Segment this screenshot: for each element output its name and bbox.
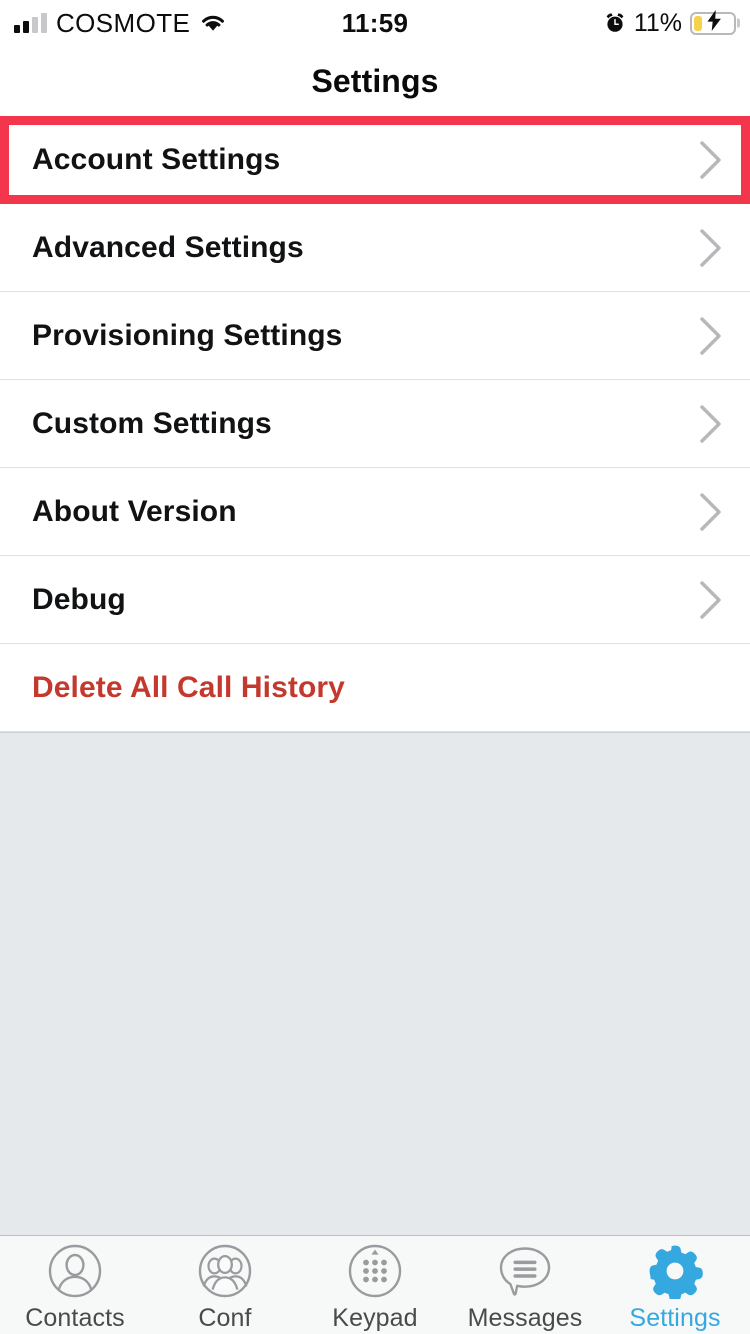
navigation-bar: Settings <box>0 46 750 116</box>
list-item-label: Advanced Settings <box>32 230 304 264</box>
conference-group-icon <box>197 1242 253 1300</box>
chevron-right-icon <box>698 314 724 358</box>
list-item-account-settings[interactable]: Account Settings <box>0 116 750 204</box>
cellular-signal-icon <box>14 13 47 33</box>
chevron-right-icon <box>698 490 724 534</box>
tab-bar: Contacts Conf Keypad Messages Settings <box>0 1235 750 1334</box>
status-bar-right: 11% <box>604 9 736 38</box>
phone-screen: COSMOTE 11:59 11% Settings Account Setti… <box>0 0 750 1334</box>
gear-icon <box>647 1242 703 1300</box>
tab-label: Conf <box>198 1303 252 1332</box>
tab-label: Messages <box>467 1303 583 1332</box>
tab-messages[interactable]: Messages <box>450 1236 600 1334</box>
chevron-right-icon <box>698 402 724 446</box>
wifi-icon <box>199 13 227 33</box>
list-item-label: About Version <box>32 494 237 528</box>
tab-conf[interactable]: Conf <box>150 1236 300 1334</box>
status-bar-clock: 11:59 <box>341 7 409 38</box>
empty-content-area <box>0 732 750 1235</box>
list-item-custom-settings[interactable]: Custom Settings <box>0 380 750 468</box>
list-item-provisioning-settings[interactable]: Provisioning Settings <box>0 292 750 380</box>
list-item-label: Custom Settings <box>32 406 272 440</box>
tab-label: Contacts <box>25 1303 125 1332</box>
chevron-right-icon <box>698 578 724 622</box>
message-bubble-icon <box>497 1242 553 1300</box>
keypad-dots-icon <box>347 1242 403 1300</box>
list-item-label: Account Settings <box>32 143 281 176</box>
list-item-debug[interactable]: Debug <box>0 556 750 644</box>
settings-list: Account Settings Advanced Settings Provi… <box>0 116 750 732</box>
list-item-delete-all-call-history[interactable]: Delete All Call History <box>0 644 750 732</box>
carrier-name: COSMOTE <box>56 7 191 38</box>
list-item-advanced-settings[interactable]: Advanced Settings <box>0 204 750 292</box>
account-settings-highlight-wrapper: Account Settings <box>0 116 750 204</box>
alarm-clock-icon <box>604 12 626 34</box>
battery-percentage: 11% <box>633 8 682 37</box>
status-bar: COSMOTE 11:59 11% <box>0 0 750 46</box>
list-item-label: Debug <box>32 582 126 616</box>
battery-icon <box>690 10 736 36</box>
tab-settings[interactable]: Settings <box>600 1236 750 1334</box>
tab-label: Keypad <box>332 1303 418 1332</box>
tab-keypad[interactable]: Keypad <box>300 1236 450 1334</box>
chevron-right-icon <box>698 138 724 182</box>
battery-fill <box>694 15 703 31</box>
list-item-label: Provisioning Settings <box>32 318 343 352</box>
tab-label: Settings <box>629 1303 721 1332</box>
chevron-right-icon <box>698 226 724 270</box>
contact-person-icon <box>47 1242 103 1300</box>
list-item-label: Delete All Call History <box>32 670 345 704</box>
status-bar-left: COSMOTE <box>14 8 227 39</box>
tab-contacts[interactable]: Contacts <box>0 1236 150 1334</box>
charging-bolt-icon <box>706 10 722 36</box>
page-title: Settings <box>311 62 439 99</box>
list-item-about-version[interactable]: About Version <box>0 468 750 556</box>
